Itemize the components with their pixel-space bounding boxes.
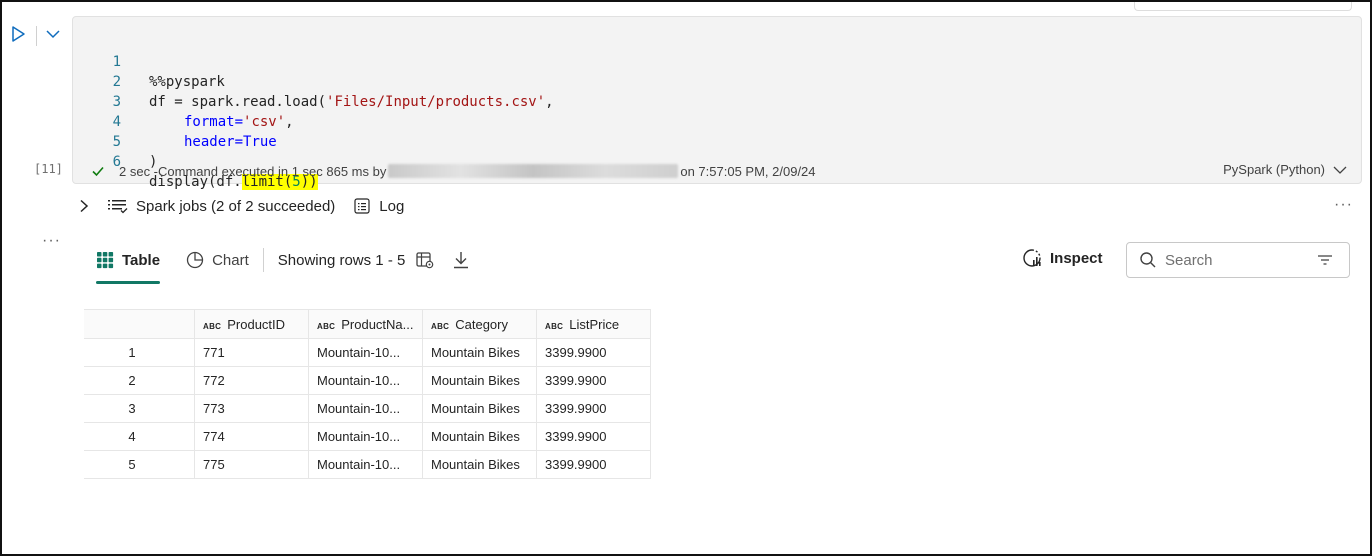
checkmark-icon bbox=[92, 166, 104, 177]
table-cell[interactable]: Mountain Bikes bbox=[422, 422, 537, 451]
index-header bbox=[84, 309, 195, 339]
status-text: 2 sec -Command executed in 1 sec 865 ms … bbox=[119, 163, 387, 179]
code-line: 4 header=True bbox=[73, 92, 277, 150]
code-text: df = spark.read.load( bbox=[149, 94, 327, 110]
language-selector[interactable]: PySpark (Python) bbox=[1223, 162, 1347, 177]
table-cell[interactable]: 773 bbox=[194, 394, 309, 423]
tab-chart-label: Chart bbox=[212, 251, 249, 269]
table-row: 1 771 Mountain-10... Mountain Bikes 3399… bbox=[84, 338, 651, 367]
table-cell[interactable]: Mountain Bikes bbox=[422, 366, 537, 395]
table-cell[interactable]: Mountain-10... bbox=[308, 450, 423, 479]
table-row: 2 772 Mountain-10... Mountain Bikes 3399… bbox=[84, 366, 651, 395]
code-editor[interactable]: 1 %%pyspark 2 df = spark.read.load('File… bbox=[73, 32, 554, 190]
row-index: 3 bbox=[84, 394, 195, 423]
column-header[interactable]: ABC Category bbox=[422, 309, 537, 339]
inspect-label: Inspect bbox=[1050, 249, 1103, 267]
search-icon bbox=[1140, 252, 1156, 268]
column-header[interactable]: ABC ProductNa... bbox=[308, 309, 423, 339]
code-string: 'Files/Input/products.csv' bbox=[326, 94, 546, 110]
table-cell[interactable]: Mountain Bikes bbox=[422, 394, 537, 423]
code-line: 5 ) bbox=[73, 112, 158, 170]
code-line: 3 format='csv', bbox=[73, 72, 294, 130]
spark-jobs-link[interactable]: Spark jobs (2 of 2 succeeded) bbox=[136, 198, 335, 215]
log-icon bbox=[354, 198, 370, 214]
table-cell[interactable]: Mountain-10... bbox=[308, 422, 423, 451]
code-keyword: True bbox=[243, 134, 277, 150]
redacted-user bbox=[388, 164, 679, 178]
table-cell[interactable]: Mountain Bikes bbox=[422, 450, 537, 479]
output-more-options-icon[interactable]: ··· bbox=[42, 232, 61, 250]
code-keyword: header= bbox=[184, 134, 244, 150]
table-row: 4 774 Mountain-10... Mountain Bikes 3399… bbox=[84, 422, 651, 451]
table-cell[interactable]: 774 bbox=[194, 422, 309, 451]
divider bbox=[36, 26, 37, 46]
toolbar-stub bbox=[1134, 2, 1352, 11]
table-cell[interactable]: 771 bbox=[194, 338, 309, 367]
string-type-icon: ABC bbox=[203, 321, 222, 331]
log-link[interactable]: Log bbox=[379, 198, 404, 215]
table-header-row: ABC ProductID ABC ProductNa... ABC Category… bbox=[84, 309, 651, 339]
table-cell[interactable]: 772 bbox=[194, 366, 309, 395]
filter-icon[interactable] bbox=[1317, 253, 1333, 267]
table-cell[interactable]: Mountain-10... bbox=[308, 366, 423, 395]
showing-rows-label: Showing rows 1 - 5 bbox=[277, 251, 406, 269]
row-index: 4 bbox=[84, 422, 195, 451]
row-index: 5 bbox=[84, 450, 195, 479]
output-toolbar: Table Chart Showing rows 1 - 5 bbox=[96, 244, 471, 284]
table-cell[interactable]: Mountain-10... bbox=[308, 394, 423, 423]
table-cell[interactable]: Mountain Bikes bbox=[422, 338, 537, 367]
table-icon bbox=[97, 252, 114, 269]
pie-chart-icon bbox=[186, 251, 204, 269]
table-cell[interactable]: 3399.9900 bbox=[536, 422, 651, 451]
data-table: ABC ProductID ABC ProductNa... ABC Category… bbox=[84, 309, 651, 479]
table-cell[interactable]: 3399.9900 bbox=[536, 366, 651, 395]
table-cell[interactable]: 3399.9900 bbox=[536, 450, 651, 479]
spark-jobs-row: Spark jobs (2 of 2 succeeded) Log bbox=[78, 196, 404, 216]
play-icon bbox=[12, 26, 25, 42]
chevron-down-icon bbox=[46, 30, 60, 39]
code-text: , bbox=[285, 114, 294, 130]
chevron-down-icon bbox=[1333, 166, 1347, 174]
string-type-icon: ABC bbox=[431, 321, 450, 331]
search-box[interactable]: Search bbox=[1126, 242, 1350, 278]
code-line: 6 display(df.limit(5)) bbox=[73, 132, 318, 190]
table-row: 3 773 Mountain-10... Mountain Bikes 3399… bbox=[84, 394, 651, 423]
download-icon[interactable] bbox=[451, 250, 471, 270]
table-cell[interactable]: 3399.9900 bbox=[536, 338, 651, 367]
inspect-button[interactable]: Inspect bbox=[1022, 248, 1103, 268]
tab-table-label: Table bbox=[122, 251, 161, 269]
column-header[interactable]: ABC ProductID bbox=[194, 309, 309, 339]
row-index: 2 bbox=[84, 366, 195, 395]
tab-chart[interactable]: Chart bbox=[186, 244, 249, 276]
tab-table[interactable]: Table bbox=[96, 244, 161, 284]
code-string: 'csv' bbox=[243, 114, 286, 130]
execution-status: 2 sec -Command executed in 1 sec 865 ms … bbox=[91, 162, 816, 180]
language-label: PySpark (Python) bbox=[1223, 162, 1325, 177]
more-options-icon[interactable]: ··· bbox=[1334, 196, 1353, 214]
table-cell[interactable]: Mountain-10... bbox=[308, 338, 423, 367]
status-timestamp: on 7:57:05 PM, 2/09/24 bbox=[680, 163, 816, 179]
inspect-icon bbox=[1023, 249, 1041, 267]
code-cell[interactable]: 1 %%pyspark 2 df = spark.read.load('File… bbox=[72, 16, 1362, 190]
row-index: 1 bbox=[84, 338, 195, 367]
code-keyword: format= bbox=[184, 114, 244, 130]
jobs-list-icon bbox=[108, 200, 128, 214]
divider bbox=[262, 248, 264, 272]
column-header[interactable]: ABC ListPrice bbox=[536, 309, 651, 339]
execution-count: [11] bbox=[34, 162, 63, 176]
code-text: , bbox=[545, 94, 554, 110]
chevron-right-icon[interactable] bbox=[78, 199, 90, 213]
code-line: 2 df = spark.read.load('Files/Input/prod… bbox=[73, 52, 554, 110]
string-type-icon: ABC bbox=[545, 321, 564, 331]
table-settings-icon[interactable] bbox=[415, 250, 435, 270]
run-cell-button[interactable] bbox=[8, 24, 28, 44]
code-text: %%pyspark bbox=[149, 74, 225, 90]
string-type-icon: ABC bbox=[317, 321, 336, 331]
code-line: 1 %%pyspark bbox=[73, 32, 225, 90]
search-input[interactable]: Search bbox=[1165, 252, 1213, 269]
table-cell[interactable]: 3399.9900 bbox=[536, 394, 651, 423]
table-cell[interactable]: 775 bbox=[194, 450, 309, 479]
cell-options-button[interactable] bbox=[44, 26, 62, 42]
table-row: 5 775 Mountain-10... Mountain Bikes 3399… bbox=[84, 450, 651, 479]
